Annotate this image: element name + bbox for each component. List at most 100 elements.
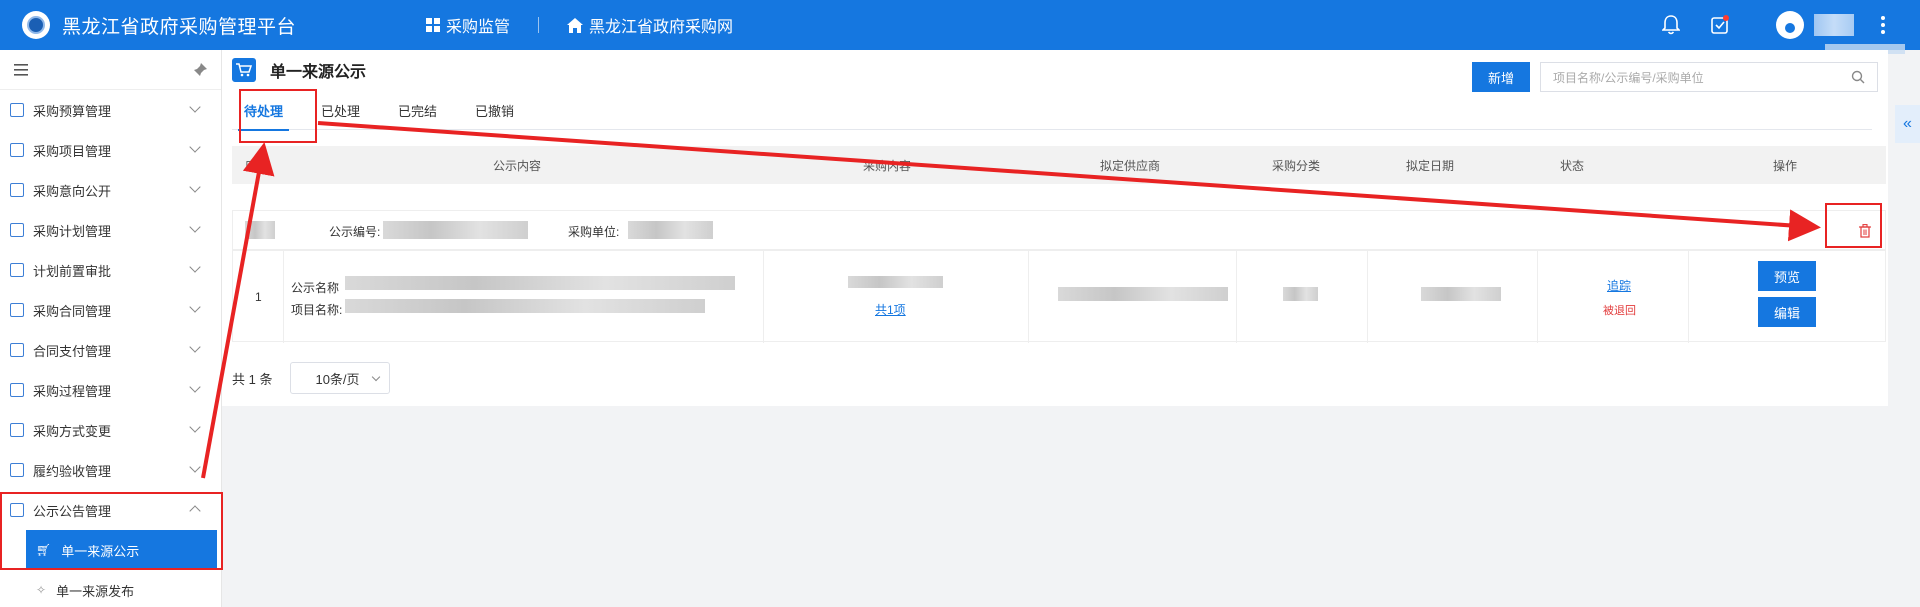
bell-icon[interactable] [1662,15,1680,35]
row-index: 1 [255,290,262,304]
page-size-value: 10条/页 [315,371,360,387]
notice-code-label: 公示编号: [329,225,381,239]
sidebar-item-project[interactable]: 采购项目管理 [0,130,221,170]
tab-revoked[interactable]: 已撤销 [475,94,514,130]
sidebar-item-acceptance[interactable]: 履约验收管理 [0,450,221,490]
home-icon [567,17,584,33]
unit-label: 采购单位: [568,225,620,239]
search-placeholder: 项目名称/公示编号/采购单位 [1553,70,1704,85]
sidebar-item-pre-approval[interactable]: 计划前置审批 [0,250,221,290]
sidebar-item-label: 合同支付管理 [33,343,112,359]
nav-label: 黑龙江省政府采购网 [589,19,734,36]
chevron-down-icon [372,372,381,382]
blurred-text [383,221,528,239]
sidebar-item-label: 采购项目管理 [33,143,112,159]
page-size-select[interactable]: 10条/页 [290,362,391,394]
col-procurement-content: 采购内容 [862,159,912,173]
sidebar-item-plan[interactable]: 采购计划管理 [0,210,221,250]
sidebar-item-label: 采购预算管理 [33,103,112,119]
cart-icon [232,58,256,82]
table-group-row: 公示编号: 采购单位: [232,210,1886,250]
col-index: 序号 [244,159,270,173]
blurred-text [628,221,713,239]
project-name-label: 项目名称: [291,303,343,317]
search-input[interactable]: 项目名称/公示编号/采购单位 [1540,62,1878,92]
sidebar-item-label: 采购合同管理 [33,303,112,319]
col-date: 拟定日期 [1405,159,1455,173]
table-row: 1 公示名称 项目名称: 共1项 追踪 被退回 预览 编辑 [232,250,1886,343]
chart-icon: ✧ [36,583,47,597]
blurred-text [345,299,705,313]
annotation-box-tab [239,89,317,143]
budget-icon [10,103,24,117]
nav-procurement-supervision[interactable]: 采购监管 [426,13,510,37]
table-header: 序号 公示内容 采购内容 拟定供应商 采购分类 拟定日期 状态 操作 [232,146,1886,184]
chevron-down-icon [189,381,201,393]
sidebar-item-label: 采购方式变更 [33,423,112,439]
track-link[interactable]: 追踪 [1607,277,1631,294]
col-notice-content: 公示内容 [492,159,542,173]
chevron-down-icon [189,461,201,473]
hamburger-icon[interactable] [14,63,28,76]
double-chevron-left-icon: « [1903,115,1912,132]
page-title: 单一来源公示 [270,64,367,81]
top-bar: 黑龙江省政府采购管理平台 采购监管 黑龙江省政府采购网 [0,0,1920,54]
chevron-down-icon [189,261,201,273]
sidebar-item-label: 履约验收管理 [33,463,112,479]
sidebar-item-label: 采购计划管理 [33,223,112,239]
preview-button[interactable]: 预览 [1758,261,1816,291]
tab-processed[interactable]: 已处理 [321,94,360,130]
sidebar-item-process[interactable]: 采购过程管理 [0,370,221,410]
chevron-down-icon [189,141,201,153]
process-icon [10,383,24,397]
intention-icon [10,183,24,197]
blurred-text [245,221,275,239]
total-count: 共 1 条 [232,371,273,387]
pin-icon[interactable] [193,62,207,77]
edit-button[interactable]: 编辑 [1758,297,1816,327]
tab-completed[interactable]: 已完结 [398,94,437,130]
app-title: 黑龙江省政府采购管理平台 [62,16,297,38]
grid-icon [426,18,441,32]
blurred-text [1421,287,1501,301]
procurement-items-link[interactable]: 共1项 [875,301,906,318]
blurred-text [1283,287,1318,301]
tabs: 待处理 已处理 已完结 已撤销 [232,94,1872,131]
nav-label: 采购监管 [446,19,511,36]
sidebar-item-payment[interactable]: 合同支付管理 [0,330,221,370]
notice-name-label: 公示名称 [291,281,340,295]
payment-icon [10,343,24,357]
main-panel: 单一来源公示 新增 项目名称/公示编号/采购单位 待处理 已处理 已完结 已撤销… [222,50,1888,406]
project-icon [10,143,24,157]
blurred-text [1058,287,1228,301]
logo [22,11,50,39]
annotation-box-delete [1825,203,1882,248]
blurred-text [345,276,735,290]
sidebar-item-label: 采购过程管理 [33,383,112,399]
sidebar-item-contract[interactable]: 采购合同管理 [0,290,221,330]
more-vertical-icon[interactable] [1880,15,1886,35]
chevron-down-icon [189,181,201,193]
nav-procurement-website[interactable]: 黑龙江省政府采购网 [567,13,733,37]
sidebar-item-label: 采购意向公开 [33,183,112,199]
add-button[interactable]: 新增 [1472,62,1530,92]
col-category: 采购分类 [1271,159,1321,173]
col-actions: 操作 [1772,159,1798,173]
chevron-down-icon [189,221,201,233]
sidebar-item-intention[interactable]: 采购意向公开 [0,170,221,210]
sidebar-subitem-single-source-publish[interactable]: ✧ 单一来源发布 [0,570,221,607]
nav-divider [538,17,540,33]
chevron-down-icon [189,101,201,113]
avatar[interactable] [1776,11,1804,39]
search-icon[interactable] [1851,70,1865,84]
col-status: 状态 [1559,159,1585,173]
chevron-down-icon [189,341,201,353]
collapse-panel-button[interactable]: « [1895,105,1920,143]
chevron-down-icon [189,421,201,433]
col-supplier: 拟定供应商 [1099,159,1161,173]
task-check-icon[interactable] [1710,15,1730,35]
username-blurred[interactable] [1814,14,1854,36]
sidebar-item-budget[interactable]: 采购预算管理 [0,90,221,130]
pagination: 共 1 条 10条/页 [232,362,391,394]
sidebar-item-method-change[interactable]: 采购方式变更 [0,410,221,450]
